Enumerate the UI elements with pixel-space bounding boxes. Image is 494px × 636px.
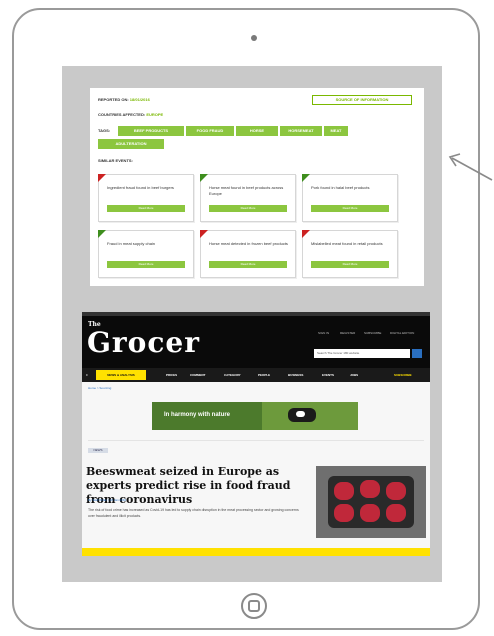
tags-label: TAGS: xyxy=(98,128,111,133)
nav-business[interactable]: BUSINESS xyxy=(288,368,303,382)
meat-tray-image xyxy=(328,476,414,528)
site-header: The Grocer SIGN IN REGISTER SUBSCRIBE DI… xyxy=(82,316,430,368)
similar-event-text: Ingredient fraud found in beef burgers xyxy=(107,185,174,190)
main-nav: ≡ NEWS & ANALYSIS PRICES COMMENT CATEGOR… xyxy=(82,368,430,382)
subscribe-link[interactable]: SUBSCRIBE xyxy=(364,331,381,335)
source-of-information-button[interactable]: SOURCE OF INFORMATION xyxy=(312,95,412,105)
cow-image xyxy=(288,408,316,422)
nav-people[interactable]: PEOPLE xyxy=(258,368,270,382)
read-more-button[interactable]: Read More xyxy=(209,261,287,268)
read-more-button[interactable]: Read More xyxy=(311,261,389,268)
article-tag[interactable]: NEWS xyxy=(88,448,108,453)
article-photo[interactable] xyxy=(316,466,426,538)
flag-green-icon xyxy=(98,230,106,238)
countries-affected: COUNTRIES AFFECTED: EUROPE xyxy=(98,112,163,117)
sign-in-link[interactable]: SIGN IN xyxy=(318,331,329,335)
search-input[interactable]: Search The Grocer 180 website xyxy=(314,349,410,358)
similar-event-text: Fraud in meat supply chain xyxy=(107,241,156,246)
search-icon[interactable] xyxy=(412,349,422,358)
read-more-button[interactable]: Read More xyxy=(311,205,389,212)
home-button[interactable] xyxy=(241,593,267,619)
grocer-logo[interactable]: Grocer xyxy=(87,326,200,359)
divider xyxy=(88,440,424,441)
nav-news-analysis[interactable]: NEWS & ANALYSIS xyxy=(96,370,146,380)
advert-banner[interactable]: In harmony with nature xyxy=(152,402,358,430)
similar-event-text: Horse meat detected in frozen beef produ… xyxy=(209,241,288,246)
tag-beef-products[interactable]: BEEF PRODUCTS xyxy=(118,126,184,136)
tag-horsemeat[interactable]: HORSEMEAT xyxy=(280,126,322,136)
article-summary: The risk of food crime has increased as … xyxy=(88,508,299,518)
similar-event-text: Pork found in halal beef products xyxy=(311,185,370,190)
flag-red-icon xyxy=(98,174,106,182)
reported-on-date: 18/01/2016 xyxy=(129,97,150,102)
countries-value: EUROPE xyxy=(146,112,164,117)
nav-prices[interactable]: PRICES xyxy=(166,368,177,382)
flag-red-icon xyxy=(200,230,208,238)
flag-green-icon xyxy=(200,174,208,182)
nav-subscribe[interactable]: SUBSCRIBE xyxy=(394,368,412,382)
menu-icon[interactable]: ≡ xyxy=(86,368,88,382)
similar-event-text: Horse meat found in beef products across… xyxy=(209,185,284,196)
flag-red-icon xyxy=(302,230,310,238)
read-more-button[interactable]: Read More xyxy=(209,205,287,212)
yellow-footer-bar xyxy=(82,548,430,556)
tag-horse[interactable]: HORSE xyxy=(236,126,278,136)
similar-event-card[interactable]: Horse meat detected in frozen beef produ… xyxy=(200,230,296,278)
similar-event-card[interactable]: Horse meat found in beef products across… xyxy=(200,174,296,222)
read-more-button[interactable]: Read More xyxy=(107,261,185,268)
nav-events[interactable]: EVENTS xyxy=(322,368,334,382)
similar-event-card[interactable]: Pork found in halal beef products Read M… xyxy=(302,174,398,222)
similar-event-card[interactable]: Ingredient fraud found in beef burgers R… xyxy=(98,174,194,222)
tag-adulteration[interactable]: ADULTERATION xyxy=(98,139,164,149)
register-link[interactable]: REGISTER xyxy=(340,331,355,335)
arrow-pointer-icon xyxy=(448,153,493,181)
camera-icon xyxy=(251,35,257,41)
tag-meat[interactable]: MEAT xyxy=(324,126,348,136)
similar-event-card[interactable]: Fraud in meat supply chain Read More xyxy=(98,230,194,278)
similar-events-label: SIMILAR EVENTS: xyxy=(98,158,133,163)
countries-label: COUNTRIES AFFECTED: xyxy=(98,112,146,117)
flag-green-icon xyxy=(302,174,310,182)
similar-event-card[interactable]: Mislabelled meat found in retail product… xyxy=(302,230,398,278)
grocer-webpage: The Grocer SIGN IN REGISTER SUBSCRIBE DI… xyxy=(82,312,430,556)
read-more-button[interactable]: Read More xyxy=(107,205,185,212)
digital-edition-link[interactable]: DIGITAL EDITION xyxy=(390,331,414,335)
nav-jobs[interactable]: JOBS xyxy=(350,368,358,382)
advert-text: In harmony with nature xyxy=(164,412,231,418)
nav-comment[interactable]: COMMENT xyxy=(190,368,206,382)
incident-panel: REPORTED ON: 18/01/2016 SOURCE OF INFORM… xyxy=(90,88,424,286)
breadcrumb[interactable]: Home > Sourcing xyxy=(88,386,111,390)
reported-on: REPORTED ON: 18/01/2016 xyxy=(98,97,150,102)
nav-category[interactable]: CATEGORY xyxy=(224,368,241,382)
tag-food-fraud[interactable]: FOOD FRAUD xyxy=(186,126,234,136)
similar-event-text: Mislabelled meat found in retail product… xyxy=(311,241,383,246)
article-meta: By Staff Writer | 18 Jan 2016 xyxy=(88,498,127,502)
reported-on-label: REPORTED ON: xyxy=(98,97,129,102)
